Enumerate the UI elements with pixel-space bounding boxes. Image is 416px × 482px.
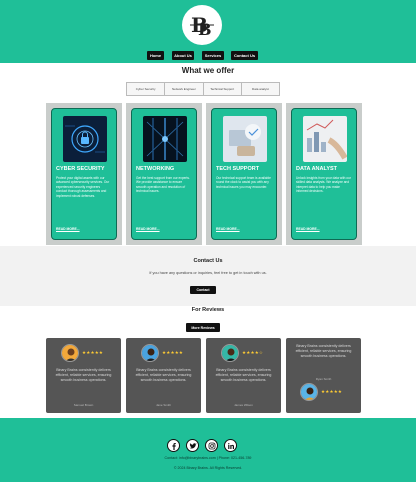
review-card: ★★★★☆ Binary Brains consistently deliver… xyxy=(206,338,281,413)
rating-stars: ★★★★★ xyxy=(82,350,104,355)
networking-image xyxy=(143,116,187,162)
rating-stars: ★★★★★ xyxy=(162,350,184,355)
review-card: ★★★★★ Binary Brains consistently deliver… xyxy=(46,338,121,413)
reviews-title: For Reviews xyxy=(191,307,225,313)
review-text: Binary Brains consistently delivers effi… xyxy=(295,344,352,358)
more-reviews-button[interactable]: More Reviews xyxy=(186,323,220,332)
reviewer-name: Ryan Smith xyxy=(315,377,332,381)
nav-services[interactable]: Services xyxy=(202,51,224,60)
cyber-security-image xyxy=(63,116,107,162)
avatar xyxy=(61,344,79,362)
rating-stars: ★★★★★ xyxy=(321,389,343,394)
read-more-link[interactable]: READ MORE... xyxy=(136,227,160,231)
review-text: Binary Brains consistently delivers effi… xyxy=(215,368,272,382)
reviewer-name: Samuel Brown xyxy=(73,403,94,407)
nav-contact-us[interactable]: Contact Us xyxy=(231,51,258,60)
instagram-icon[interactable] xyxy=(205,439,218,452)
service-card-data-analyst: DATA ANALYST Unlock insights from your d… xyxy=(286,103,362,245)
card-text: Our technical support team is available … xyxy=(216,176,271,189)
review-text: Binary Brains consistently delivers effi… xyxy=(55,368,112,382)
avatar xyxy=(221,344,239,362)
card-text: Unlock insights from your data with our … xyxy=(296,176,351,194)
main-nav: Home About Us Services Contact Us xyxy=(0,51,416,60)
review-card: Binary Brains consistently delivers effi… xyxy=(286,338,361,413)
service-card-tech-support: TECH SUPPORT Our technical support team … xyxy=(206,103,282,245)
service-card-networking: NETWORKING Get the best support from our… xyxy=(126,103,202,245)
card-title: TECH SUPPORT xyxy=(216,166,260,172)
read-more-link[interactable]: READ MORE... xyxy=(216,227,240,231)
brand-logo[interactable]: B B xyxy=(182,5,222,45)
social-links xyxy=(167,439,237,452)
svg-text:B: B xyxy=(198,20,212,39)
nav-home[interactable]: Home xyxy=(147,51,164,60)
tab-network-engineer[interactable]: Network Engineer xyxy=(165,83,204,95)
avatar xyxy=(141,344,159,362)
review-text: Binary Brains consistently delivers effi… xyxy=(135,368,192,382)
card-text: Get the best support from our experts. W… xyxy=(136,176,190,194)
footer-contact-info: Contact: info@binarybrains.com | Phone: … xyxy=(164,456,252,460)
rating-stars: ★★★★☆ xyxy=(242,350,264,355)
contact-section: Contact Us If you have any questions or … xyxy=(0,246,416,306)
service-card-cyber-security: CYBER SECURITY Protect your digital asse… xyxy=(46,103,122,245)
review-card: ★★★★★ Binary Brains consistently deliver… xyxy=(126,338,201,413)
twitter-icon[interactable] xyxy=(186,439,199,452)
facebook-icon[interactable] xyxy=(167,439,180,452)
site-header: B B Home About Us Services Contact Us xyxy=(0,0,416,63)
tab-technical-support[interactable]: Technical Support xyxy=(203,83,242,95)
avatar xyxy=(300,383,318,401)
contact-button[interactable]: Contact xyxy=(190,286,216,294)
linkedin-icon[interactable] xyxy=(224,439,237,452)
tab-cyber-security[interactable]: Cyber Security xyxy=(127,83,166,95)
contact-title: Contact Us xyxy=(193,258,223,264)
card-text: Protect your digital assets with our adv… xyxy=(56,176,110,198)
read-more-link[interactable]: READ MORE... xyxy=(296,227,320,231)
tech-support-image xyxy=(223,116,267,162)
card-title: DATA ANALYST xyxy=(296,166,338,172)
reviewer-name: Jane Smith xyxy=(155,403,171,407)
footer-copyright: © 2024 Binary Brains. All Rights Reserve… xyxy=(173,466,243,470)
card-title: NETWORKING xyxy=(136,166,175,172)
tab-data-analyst[interactable]: Data analyst xyxy=(241,83,279,95)
contact-text: If you have any questions or inquiries, … xyxy=(149,271,267,275)
card-title: CYBER SECURITY xyxy=(56,166,105,172)
site-footer: Contact: info@binarybrains.com | Phone: … xyxy=(0,418,416,482)
service-tabs: Cyber Security Network Engineer Technica… xyxy=(126,82,280,96)
read-more-link[interactable]: READ MORE... xyxy=(56,227,80,231)
nav-about-us[interactable]: About Us xyxy=(172,51,194,60)
reviewer-name: James Wilson xyxy=(234,403,253,407)
logo-monogram-icon: B B xyxy=(190,13,214,39)
offer-title: What we offer xyxy=(181,66,235,75)
data-analyst-image xyxy=(303,116,347,162)
